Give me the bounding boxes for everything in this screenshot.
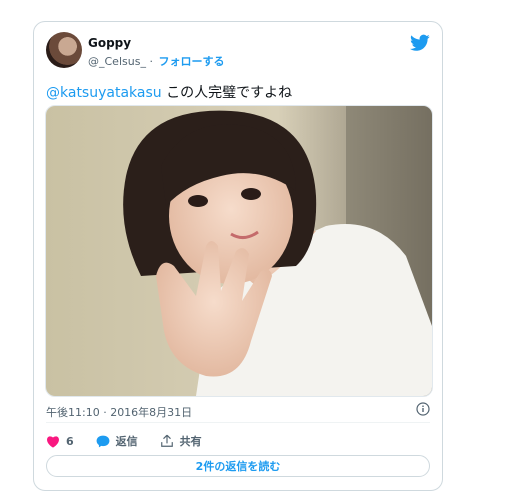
author-avatar[interactable] [46, 32, 82, 68]
action-bar: 6 返信 共有 [46, 432, 224, 450]
follow-button[interactable]: フォローする [158, 55, 224, 68]
share-icon [160, 434, 173, 447]
share-button[interactable]: 共有 [160, 433, 202, 449]
info-icon[interactable] [416, 402, 430, 416]
tweet-photo[interactable] [45, 105, 433, 397]
author-handle[interactable]: @_Celsus_ [88, 55, 146, 68]
divider [46, 422, 430, 423]
handle-row: @_Celsus_ · フォローする [88, 53, 224, 69]
tweet-card: Goppy @_Celsus_ · フォローする @katsuyatakasu … [33, 21, 443, 491]
mention-link[interactable]: @katsuyatakasu [46, 85, 162, 101]
heart-icon [47, 435, 59, 448]
share-label: 共有 [179, 435, 202, 448]
separator: · [149, 55, 153, 68]
photo-image [46, 106, 432, 396]
read-replies-button[interactable]: 2件の返信を読む [46, 455, 430, 477]
reply-label: 返信 [115, 435, 138, 448]
tweet-body: この人完璧ですよね [166, 85, 293, 101]
reply-button[interactable]: 返信 [96, 433, 138, 449]
tweet-text: @katsuyatakasu この人完璧ですよね [46, 82, 292, 102]
reply-bubble-icon [96, 435, 110, 447]
tweet-timestamp[interactable]: 午後11:10 · 2016年8月31日 [46, 404, 192, 420]
like-count: 6 [66, 434, 74, 448]
like-button[interactable]: 6 [46, 435, 74, 448]
twitter-bird-icon[interactable] [410, 34, 430, 52]
author-name[interactable]: Goppy [88, 36, 131, 50]
